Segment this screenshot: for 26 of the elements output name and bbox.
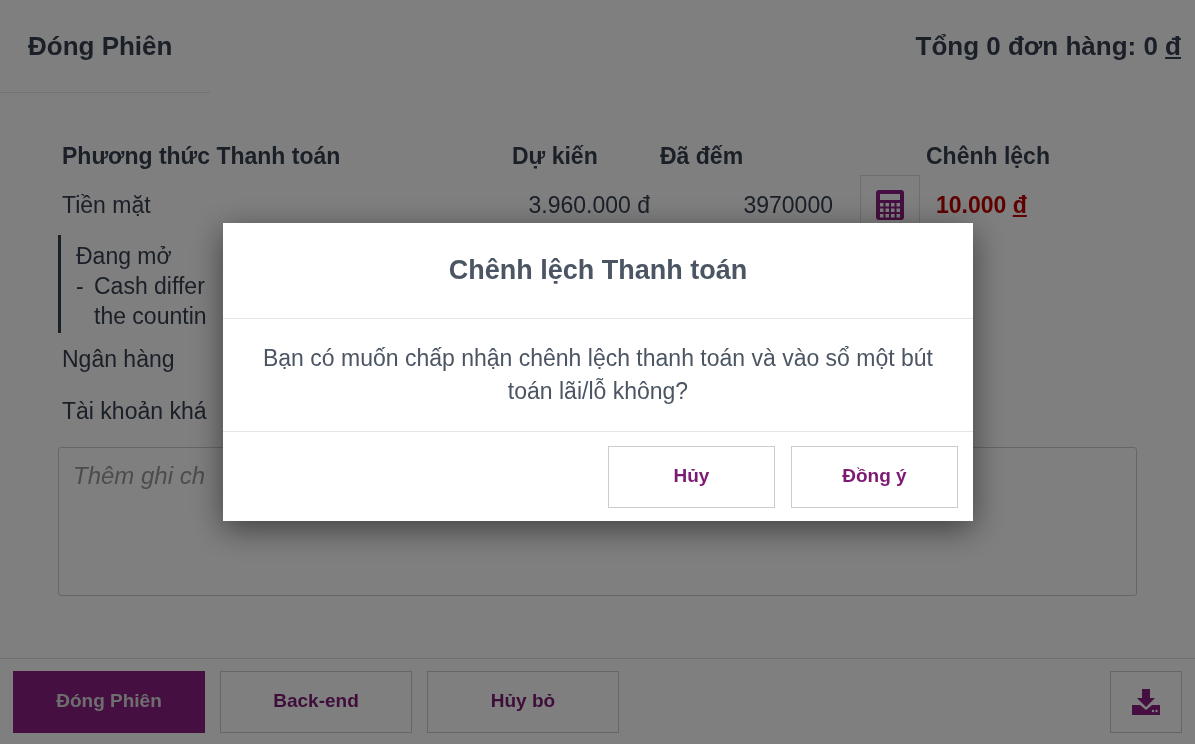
- note-line: the countin: [94, 302, 207, 331]
- calculator-icon: [876, 190, 904, 220]
- payment-method: Tiền mặt: [62, 190, 151, 220]
- note-line: Cash differ: [94, 272, 205, 301]
- bullet-dash: -: [76, 272, 85, 301]
- column-header: Dự kiến: [512, 142, 599, 171]
- difference-amount: 10.000 đ: [935, 190, 1027, 220]
- dialog-message: Bạn có muốn chấp nhận chênh lệch thanh toán và vào sổ một bút toán lãi/lỗ không?: [223, 319, 973, 432]
- page-title: Đóng Phiên: [28, 29, 173, 63]
- dialog-title: Chênh lệch Thanh toán: [223, 223, 973, 319]
- download-icon: [1132, 688, 1160, 715]
- footer-button[interactable]: Đóng Phiên: [13, 670, 205, 733]
- footer-button[interactable]: Back-end: [220, 670, 412, 733]
- footer-button[interactable]: Hủy bỏ: [427, 670, 619, 733]
- status-label: Đang mở: [76, 243, 172, 269]
- payment-method: Tài khoản khá: [62, 396, 207, 426]
- download-button[interactable]: [1110, 670, 1182, 733]
- column-header: Đã đếm: [660, 142, 745, 171]
- order-total: Tổng 0 đơn hàng: 0 đ: [915, 29, 1181, 63]
- expected-amount: 3.960.000 đ: [528, 190, 650, 220]
- payment-method: Ngân hàng: [62, 344, 175, 374]
- column-header: Chênh lệch: [926, 142, 1051, 171]
- dialog-button[interactable]: Hủy: [608, 445, 775, 508]
- column-header: Phương thức Thanh toán: [62, 142, 342, 171]
- counted-amount: 3970000: [743, 190, 833, 220]
- dialog-button[interactable]: Đồng ý: [791, 445, 958, 508]
